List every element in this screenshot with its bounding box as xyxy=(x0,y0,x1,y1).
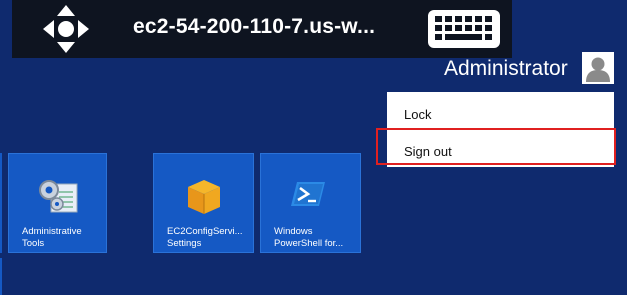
tile-label-line2: PowerShell for... xyxy=(274,238,344,249)
ec2-box-icon xyxy=(188,180,220,214)
gears-icon xyxy=(39,180,78,213)
tile-label-line1: Windows xyxy=(274,226,313,237)
tile-label-line2: Settings xyxy=(167,238,202,249)
session-title: ec2-54-200-110-7.us-w... xyxy=(133,15,376,38)
keyboard-icon[interactable] xyxy=(422,6,506,52)
user-menu: Lock Sign out xyxy=(387,92,614,167)
sign-out-menu-item[interactable]: Sign out xyxy=(387,129,614,165)
partial-tile[interactable] xyxy=(0,258,2,295)
lock-menu-item[interactable]: Lock xyxy=(387,92,614,128)
tile-label-line2: Tools xyxy=(22,238,45,249)
tile-administrative-tools[interactable]: Administrative Tools xyxy=(8,153,107,253)
user-name: Administrator xyxy=(444,57,568,80)
tile-label-line1: Administrative xyxy=(22,226,82,237)
lock-label: Lock xyxy=(404,107,432,122)
tile-windows-powershell[interactable]: Windows PowerShell for... xyxy=(260,153,361,253)
user-avatar-icon[interactable] xyxy=(582,52,614,84)
remote-session-toolbar: ec2-54-200-110-7.us-w... xyxy=(12,0,512,58)
partial-tile[interactable] xyxy=(0,153,2,253)
sign-out-label: Sign out xyxy=(404,144,452,159)
move-arrows-icon[interactable] xyxy=(42,3,90,55)
powershell-icon xyxy=(291,182,325,206)
tile-ec2config-settings[interactable]: EC2ConfigServi... Settings xyxy=(153,153,254,253)
tile-label-line1: EC2ConfigServi... xyxy=(167,226,243,237)
